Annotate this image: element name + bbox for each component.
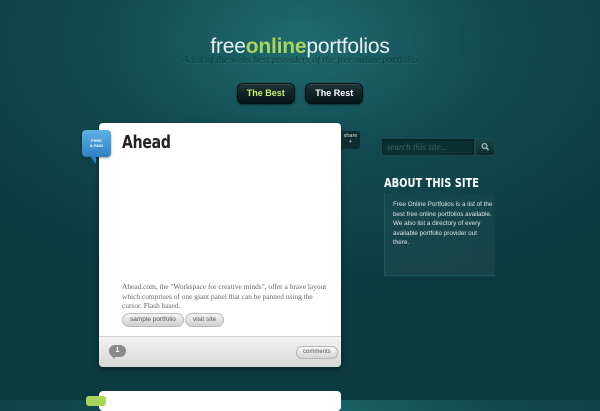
- search-input[interactable]: search this site...: [381, 138, 475, 156]
- about-title: ABOUT THIS SITE: [384, 176, 479, 190]
- search-button[interactable]: [475, 138, 495, 156]
- share-plus-icon: +: [348, 139, 353, 145]
- next-post-card: [99, 391, 341, 411]
- badge-line-paid: & PAID: [89, 143, 104, 148]
- about-text: Free Online Portfolios is a list of the …: [393, 201, 493, 246]
- badge-tail: [90, 156, 96, 164]
- pricing-badge: FREE & PAID: [82, 130, 111, 157]
- nav-the-rest[interactable]: The Rest: [305, 83, 364, 104]
- comments-button[interactable]: comments: [296, 346, 338, 359]
- comment-bubble-tail: [111, 355, 117, 359]
- post-title[interactable]: Ahead: [122, 132, 171, 153]
- search-icon: [481, 142, 489, 151]
- post-card: [99, 123, 341, 367]
- main-nav: The Best The Rest: [0, 83, 600, 104]
- next-post-badge: [86, 396, 106, 406]
- site-tagline: A list of the webs best providers of the…: [182, 55, 418, 66]
- post-description: Ahead.com, the "Workspace for creative m…: [122, 282, 327, 310]
- visit-site-button[interactable]: visit site: [185, 313, 225, 327]
- sample-portfolio-button[interactable]: sample portfolio: [122, 313, 184, 327]
- nav-the-best[interactable]: The Best: [236, 83, 295, 104]
- share-button[interactable]: share +: [341, 131, 360, 149]
